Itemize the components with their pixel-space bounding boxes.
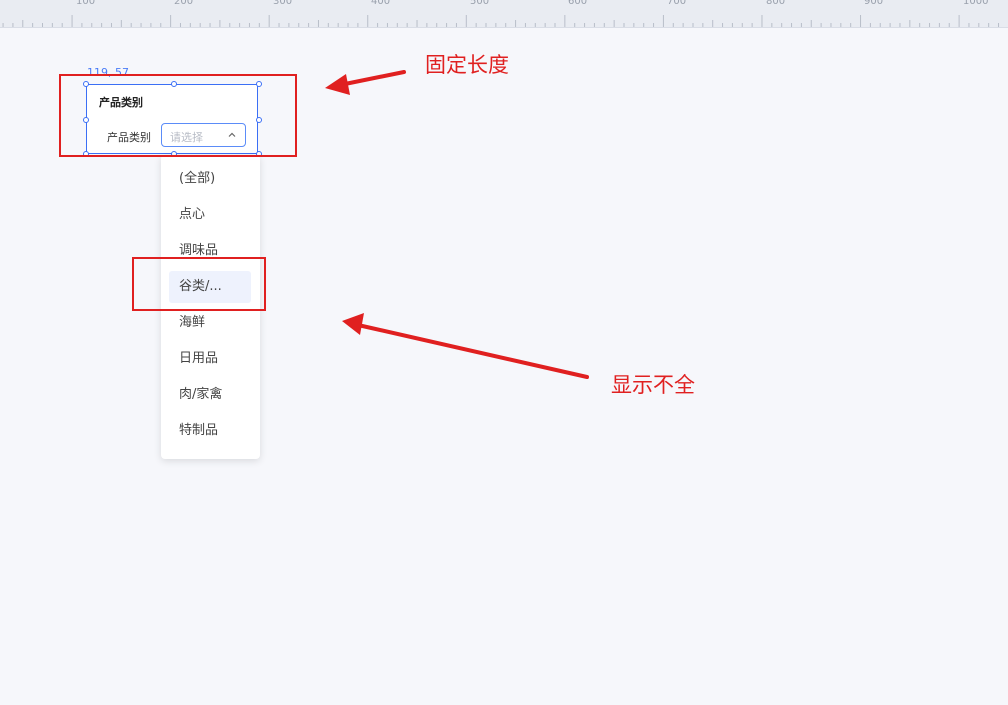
annotation-text-incomplete-display: 显示不全 bbox=[611, 373, 695, 397]
annotation-arrows bbox=[325, 70, 589, 379]
arrow-to-widget bbox=[325, 70, 406, 95]
annotation-text-fixed-length: 固定长度 bbox=[425, 53, 509, 77]
arrow-to-truncated-option bbox=[342, 313, 589, 379]
